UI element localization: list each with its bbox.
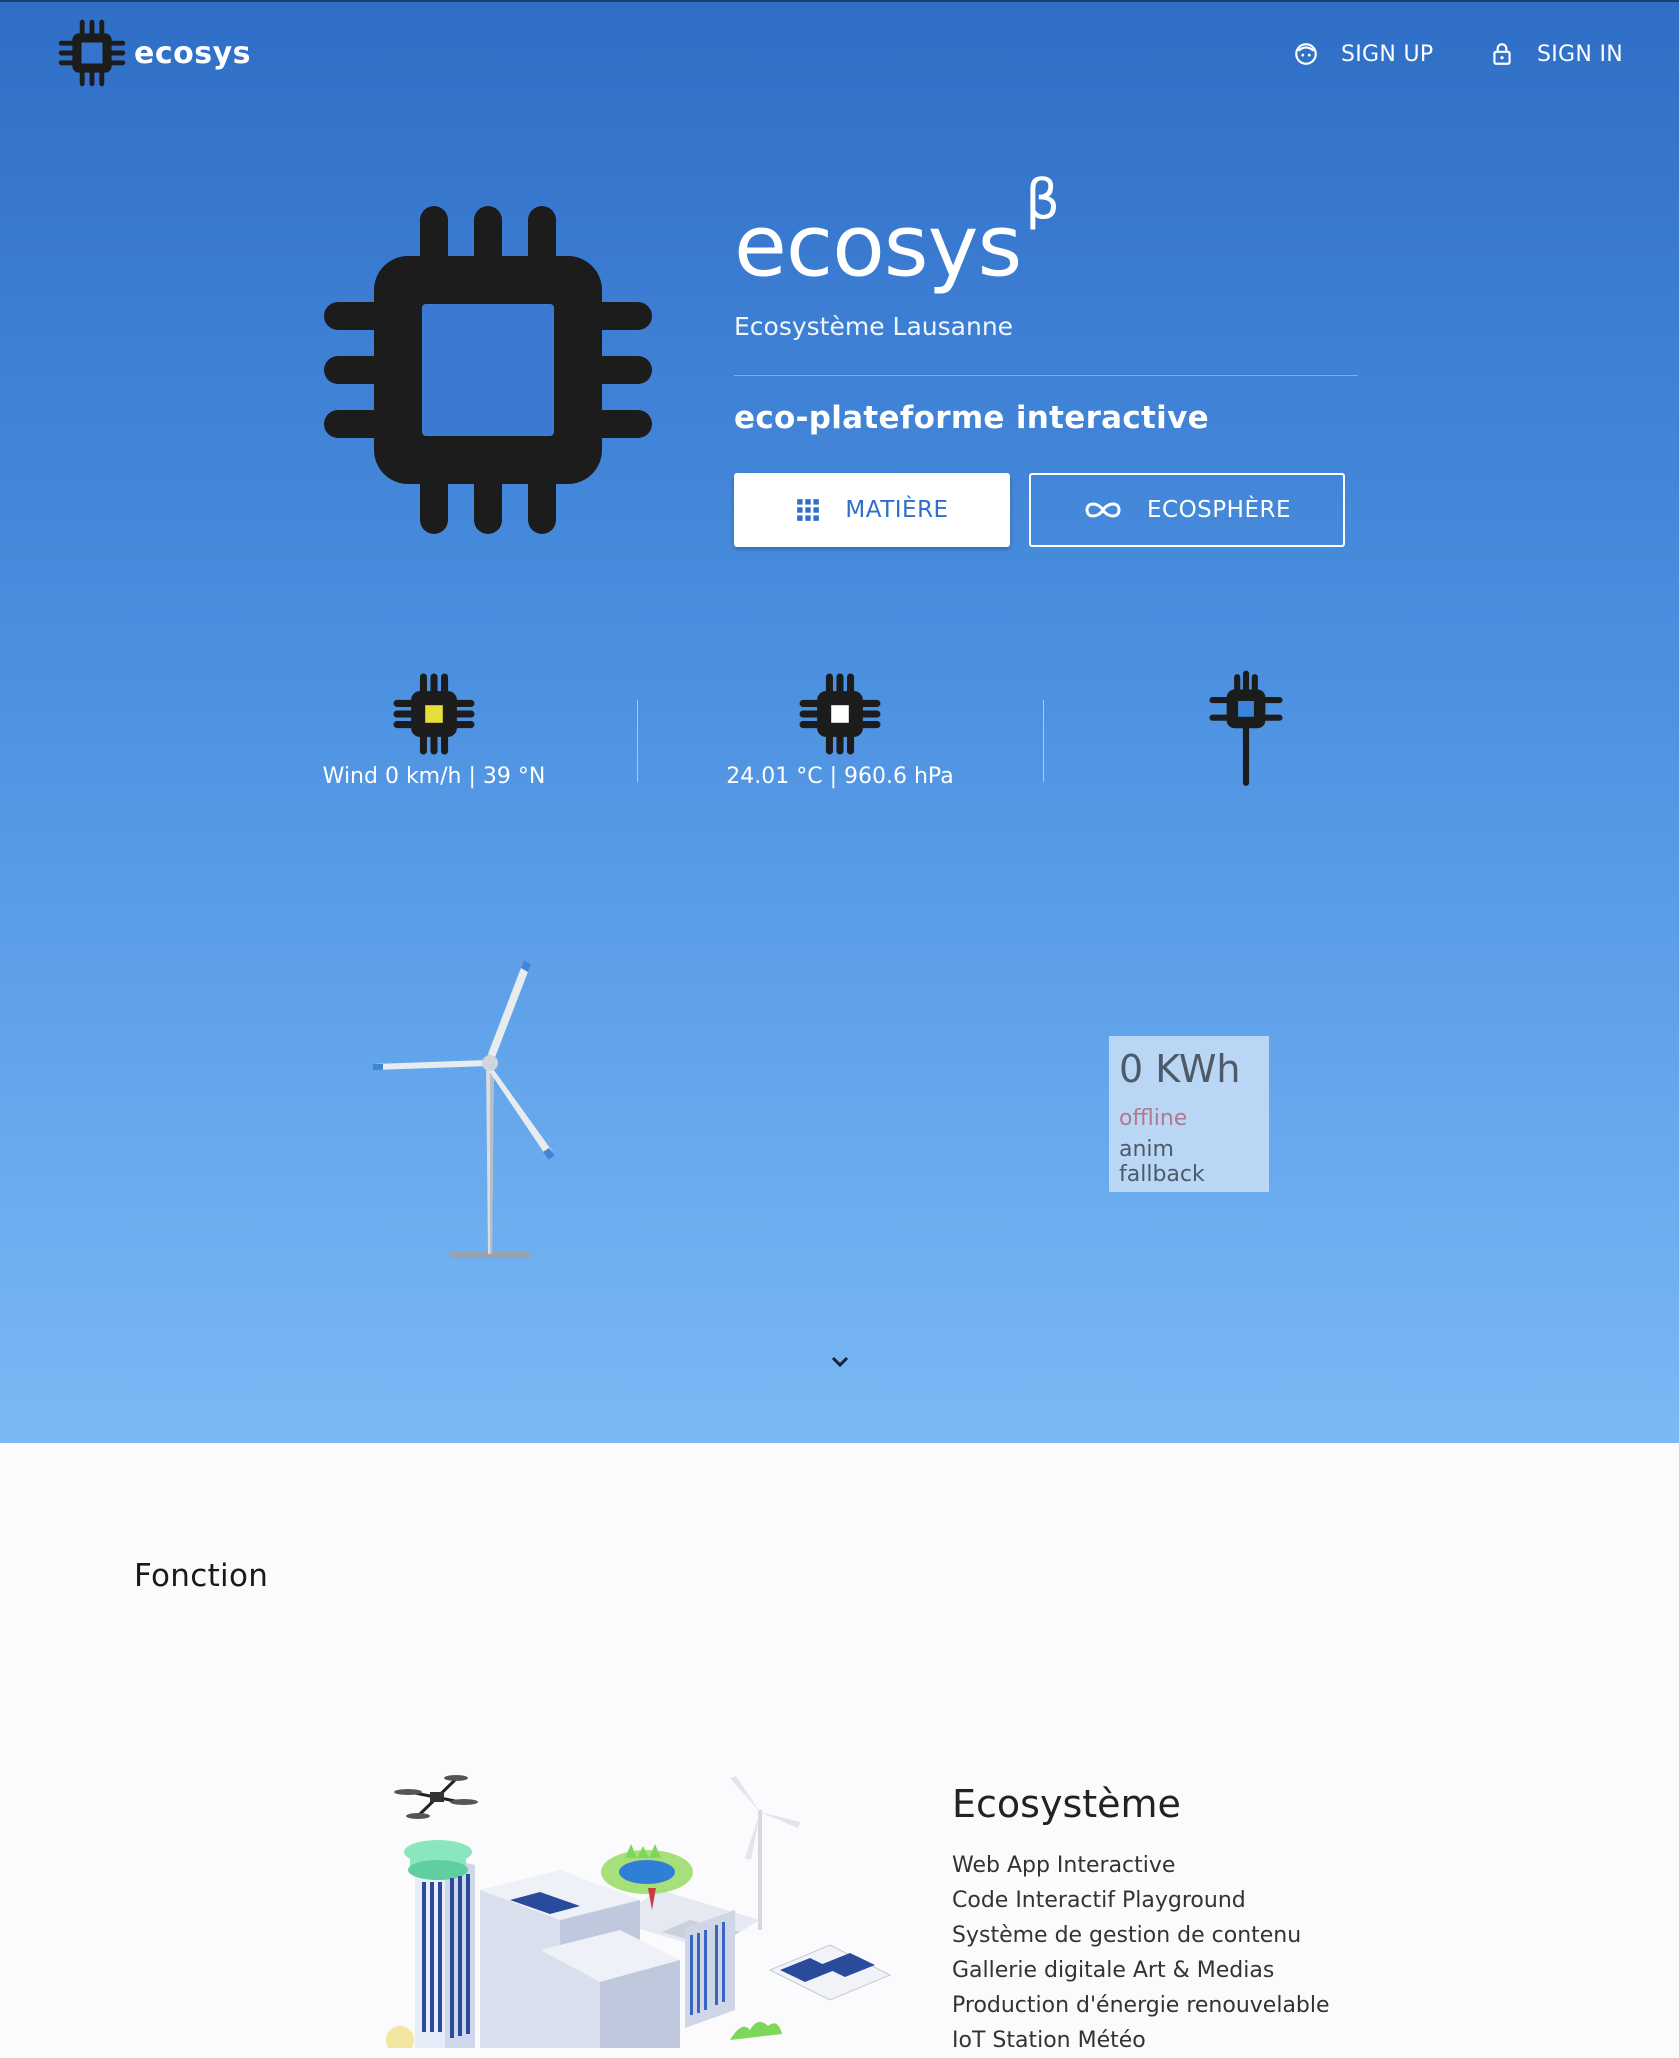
grid-icon <box>797 499 820 521</box>
list-item: IoT Station Météo <box>952 2028 1146 2053</box>
list-item: Système de gestion de contenu <box>952 1923 1302 1948</box>
hero-divider <box>734 375 1358 376</box>
list-item: Gallerie digitale Art & Medias <box>952 1958 1275 1983</box>
feature-list: Web App Interactive Code Interactif Play… <box>952 1848 1330 2058</box>
section-title: Fonction <box>134 1558 269 1594</box>
matiere-label: MATIÈRE <box>845 497 949 523</box>
top-navbar: ecosys SIGN UP SIGN IN <box>0 0 1679 104</box>
infinity-icon <box>1085 502 1121 518</box>
chip-antenna-icon <box>1209 670 1283 786</box>
energy-value: 0 KWh <box>1119 1047 1241 1091</box>
smart-city-illustration <box>386 1775 892 2048</box>
ecosphere-button[interactable]: ECOSPHÈRE <box>1029 473 1345 547</box>
hero-title: ecosysβ <box>734 168 1060 297</box>
ecosysteme-heading: Ecosystème <box>952 1782 1181 1826</box>
stat-wind: Wind 0 km/h | 39 °N <box>244 670 624 789</box>
stat-antenna <box>1056 670 1436 796</box>
face-icon <box>1295 43 1317 65</box>
brand-link[interactable]: ecosys <box>56 18 251 88</box>
chip-yellow-icon <box>393 673 475 755</box>
wind-turbine-illustration <box>373 960 555 1258</box>
list-item: Web App Interactive <box>952 1853 1176 1878</box>
signup-label: SIGN UP <box>1341 41 1434 67</box>
matiere-button[interactable]: MATIÈRE <box>734 473 1010 547</box>
signin-label: SIGN IN <box>1537 41 1623 67</box>
stat-weather: 24.01 °C | 960.6 hPa <box>650 670 1030 789</box>
energy-panel: 0 KWh offline anim fallback <box>1109 1036 1269 1192</box>
chip-logo-icon <box>58 19 126 87</box>
hero-section: ecosys SIGN UP SIGN IN ecosysβ Ecosystèm… <box>0 0 1679 1443</box>
chevron-down-icon[interactable] <box>828 1350 852 1374</box>
list-item: Production d'énergie renouvelable <box>952 1993 1330 2018</box>
stat-wind-text: Wind 0 km/h | 39 °N <box>322 764 546 789</box>
stat-divider <box>637 700 638 782</box>
ecosphere-label: ECOSPHÈRE <box>1146 497 1291 523</box>
brand-name: ecosys <box>134 35 252 71</box>
chip-hero-icon <box>324 206 652 534</box>
beta-badge: β <box>1025 168 1059 231</box>
chip-white-icon <box>799 673 881 755</box>
energy-status: offline <box>1119 1106 1188 1131</box>
lock-icon <box>1493 43 1511 65</box>
stat-divider <box>1043 700 1044 782</box>
signin-link[interactable]: SIGN IN <box>1489 32 1623 76</box>
list-item: Code Interactif Playground <box>952 1888 1246 1913</box>
energy-note: anim fallback <box>1119 1137 1205 1187</box>
drone-icon <box>394 1775 478 1819</box>
hero-subtitle: Ecosystème Lausanne <box>734 312 1014 341</box>
stat-weather-text: 24.01 °C | 960.6 hPa <box>726 764 954 789</box>
signup-link[interactable]: SIGN UP <box>1293 32 1433 76</box>
hero-tagline: eco-plateforme interactive <box>734 400 1209 436</box>
